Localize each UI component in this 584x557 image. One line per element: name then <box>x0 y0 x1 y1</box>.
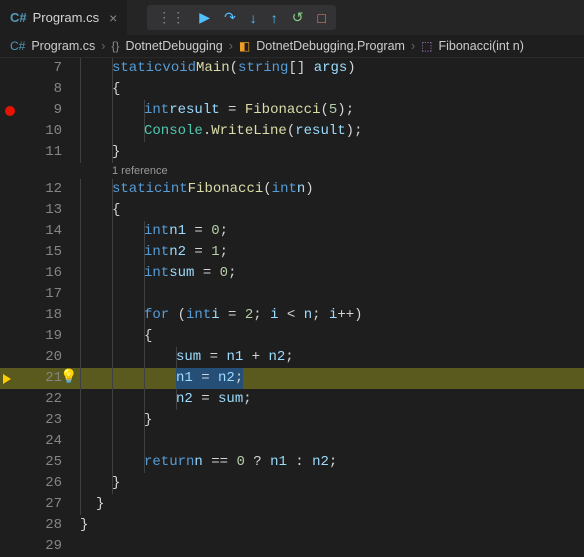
code-line: } <box>80 494 584 515</box>
drag-handle-icon[interactable]: ⋮⋮ <box>157 9 185 26</box>
glyph-margin <box>0 58 20 557</box>
stop-button[interactable]: □ <box>318 10 326 26</box>
csharp-file-icon: C# <box>10 10 27 25</box>
continue-button[interactable]: ▶ <box>199 9 210 26</box>
code-line: int sum = 0; <box>80 263 584 284</box>
code-line: static void Main(string[] args) <box>80 58 584 79</box>
line-number: 11 <box>20 142 80 163</box>
line-number: 13 <box>20 200 80 221</box>
line-number: 14 <box>20 221 80 242</box>
tab-label: Program.cs <box>33 10 99 25</box>
breadcrumb-namespace[interactable]: DotnetDebugging <box>125 39 222 53</box>
code-line-current: 💡n1 = n2; <box>80 368 584 389</box>
restart-button[interactable]: ↺ <box>292 9 304 26</box>
code-line: int result = Fibonacci(5); <box>80 100 584 121</box>
code-line: { <box>80 200 584 221</box>
namespace-icon: {} <box>111 39 119 53</box>
code-line <box>80 284 584 305</box>
line-number: 22 <box>20 389 80 410</box>
line-number: 18 <box>20 305 80 326</box>
line-number: 8 <box>20 79 80 100</box>
line-number: 17 <box>20 284 80 305</box>
step-over-button[interactable]: ↷ <box>224 9 236 26</box>
line-number: 29 <box>20 536 80 557</box>
line-number: 12 <box>20 179 80 200</box>
line-number: 28 <box>20 515 80 536</box>
debug-toolbar: ⋮⋮ ▶ ↷ ↓ ↑ ↺ □ <box>147 5 336 30</box>
method-icon: ⬚ <box>421 39 432 53</box>
line-number: 19 <box>20 326 80 347</box>
code-line <box>80 536 584 557</box>
line-number: 10 <box>20 121 80 142</box>
code-line: n2 = sum; <box>80 389 584 410</box>
tab-program-cs[interactable]: C# Program.cs × <box>0 0 127 35</box>
code-line: { <box>80 326 584 347</box>
line-number: 27 <box>20 494 80 515</box>
chevron-right-icon: › <box>229 39 233 53</box>
code-line: for (int i = 2; i < n; i++) <box>80 305 584 326</box>
line-number: 15 <box>20 242 80 263</box>
breadcrumb: C# Program.cs › {} DotnetDebugging › ◧ D… <box>0 35 584 58</box>
code-line: static int Fibonacci(int n) <box>80 179 584 200</box>
code-line: } <box>80 142 584 163</box>
tab-bar: C# Program.cs × ⋮⋮ ▶ ↷ ↓ ↑ ↺ □ <box>0 0 584 35</box>
line-number: 26 <box>20 473 80 494</box>
line-number-gutter: 7 8 9 10 11 12 13 14 15 16 17 18 19 20 2… <box>20 58 80 557</box>
step-out-button[interactable]: ↑ <box>271 10 278 26</box>
code-line: } <box>80 473 584 494</box>
code-line: return n == 0 ? n1 : n2; <box>80 452 584 473</box>
line-number: 23 <box>20 410 80 431</box>
step-into-button[interactable]: ↓ <box>250 10 257 26</box>
code-line: sum = n1 + n2; <box>80 347 584 368</box>
codelens-references[interactable]: 1 reference <box>80 163 584 179</box>
execution-pointer-icon <box>3 374 11 384</box>
breadcrumb-file[interactable]: Program.cs <box>31 39 95 53</box>
csharp-file-icon: C# <box>10 39 25 53</box>
breakpoint-icon[interactable] <box>5 106 15 116</box>
code-line: int n2 = 1; <box>80 242 584 263</box>
line-number: 24 <box>20 431 80 452</box>
lightbulb-icon[interactable]: 💡 <box>60 368 77 389</box>
code-line: int n1 = 0; <box>80 221 584 242</box>
breadcrumb-method[interactable]: Fibonacci(int n) <box>438 39 523 53</box>
line-number: 20 <box>20 347 80 368</box>
breadcrumb-class[interactable]: DotnetDebugging.Program <box>256 39 405 53</box>
line-number <box>20 163 80 179</box>
class-icon: ◧ <box>239 39 250 53</box>
code-area[interactable]: static void Main(string[] args) { int re… <box>80 58 584 557</box>
code-line: { <box>80 79 584 100</box>
line-number: 7 <box>20 58 80 79</box>
close-icon[interactable]: × <box>109 10 117 26</box>
chevron-right-icon: › <box>101 39 105 53</box>
code-line: Console.WriteLine(result); <box>80 121 584 142</box>
code-line: } <box>80 515 584 536</box>
line-number: 25 <box>20 452 80 473</box>
chevron-right-icon: › <box>411 39 415 53</box>
code-editor[interactable]: 7 8 9 10 11 12 13 14 15 16 17 18 19 20 2… <box>0 58 584 557</box>
code-line <box>80 431 584 452</box>
line-number: 9 <box>20 100 80 121</box>
line-number: 16 <box>20 263 80 284</box>
code-line: } <box>80 410 584 431</box>
